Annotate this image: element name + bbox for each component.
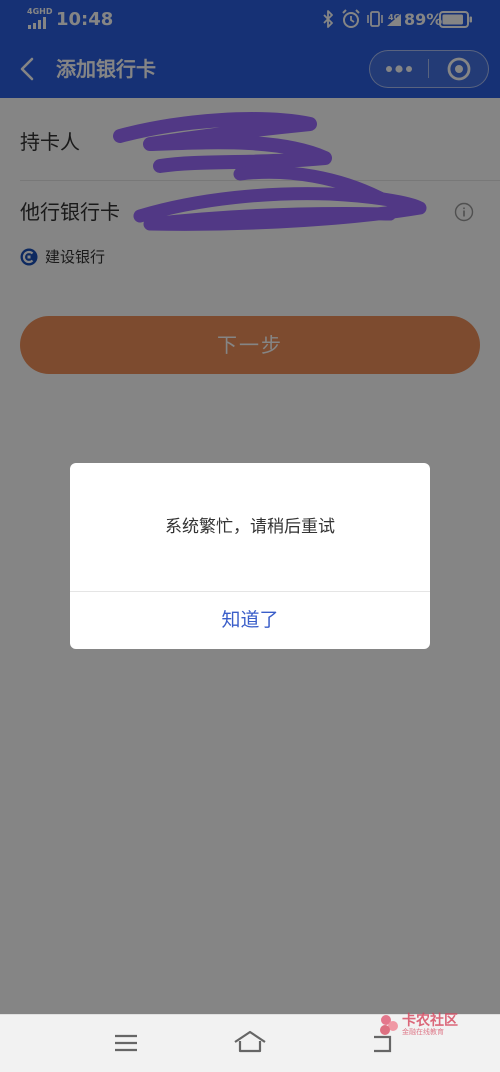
alert-dialog: 系统繁忙，请稍后重试 知道了 bbox=[70, 463, 430, 649]
watermark-subtitle: 金融在线教育 bbox=[402, 1028, 444, 1036]
dialog-message: 系统繁忙，请稍后重试 bbox=[165, 517, 335, 537]
screen: 4GHD 10:48 4G 89% 添加银行卡 持卡人 他行银行卡 建设银行 下… bbox=[0, 0, 500, 1072]
home-icon[interactable] bbox=[232, 1029, 268, 1055]
dialog-confirm-button[interactable]: 知道了 bbox=[70, 592, 430, 649]
menu-icon[interactable] bbox=[113, 1031, 139, 1055]
